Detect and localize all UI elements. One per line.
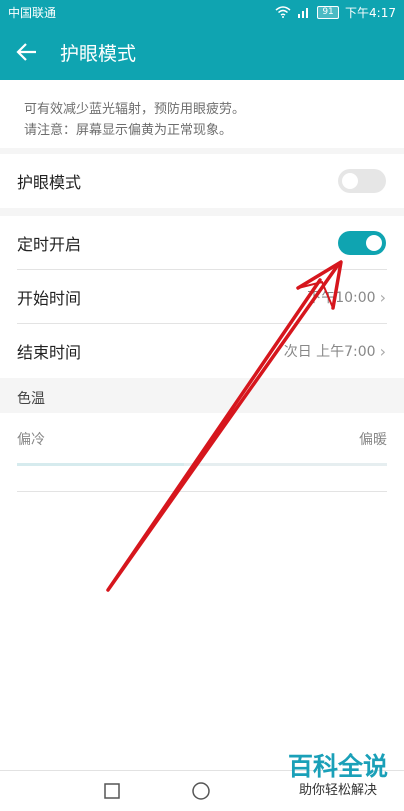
schedule-toggle[interactable]: [338, 231, 386, 255]
settings-content: 可有效减少蓝光辐射，预防用眼疲劳。 请注意：屏幕显示偏黄为正常现象。 护眼模式 …: [0, 80, 404, 770]
watermark-title: 百科全说: [287, 752, 388, 781]
back-button[interactable]: [16, 41, 38, 63]
slider-fill: [17, 463, 184, 466]
end-time-label: 结束时间: [17, 343, 82, 362]
color-temp-header: 色温: [17, 391, 45, 407]
status-time: 下午4:17: [345, 5, 396, 20]
eye-mode-toggle[interactable]: [338, 169, 386, 193]
eye-mode-row[interactable]: 护眼模式: [0, 154, 404, 208]
home-icon[interactable]: [192, 782, 210, 800]
status-bar: 中国联通 91 下午4:17: [0, 0, 404, 24]
warm-label: 偏暖: [359, 432, 387, 448]
page-title: 护眼模式: [60, 42, 137, 65]
start-time-value: 下午10:00: [307, 290, 376, 306]
divider: [17, 491, 387, 492]
status-icons: 91 下午4:17: [275, 4, 396, 21]
toggle-knob: [342, 173, 358, 189]
recent-apps-icon[interactable]: [104, 783, 120, 799]
start-time-row[interactable]: 开始时间 下午10:00 ›: [0, 270, 404, 324]
cold-label: 偏冷: [17, 432, 45, 448]
schedule-label: 定时开启: [17, 235, 82, 254]
wifi-icon: [275, 6, 291, 18]
start-time-label: 开始时间: [17, 289, 82, 308]
description-block: 可有效减少蓝光辐射，预防用眼疲劳。 请注意：屏幕显示偏黄为正常现象。: [0, 80, 404, 148]
toggle-knob: [366, 235, 382, 251]
arrow-left-icon: [16, 43, 36, 61]
signal-icon: [298, 8, 309, 18]
description-line-2: 请注意：屏幕显示偏黄为正常现象。: [24, 123, 233, 138]
chevron-right-icon: ›: [379, 287, 386, 307]
color-temp-block: 偏冷 偏暖: [0, 413, 404, 770]
end-time-value: 次日 上午7:00: [283, 344, 376, 360]
watermark-subtitle: 助你轻松解决: [298, 783, 377, 798]
carrier-name: 中国联通: [8, 5, 57, 20]
app-bar: 护眼模式: [0, 24, 404, 80]
eye-mode-label: 护眼模式: [17, 173, 82, 192]
color-temp-slider[interactable]: [17, 463, 387, 466]
battery-icon: 91: [317, 5, 340, 19]
description-line-1: 可有效减少蓝光辐射，预防用眼疲劳。: [24, 102, 246, 117]
watermark-logo: 百科全说 助你轻松解决: [282, 752, 394, 808]
end-time-row[interactable]: 结束时间 次日 上午7:00 ›: [0, 324, 404, 378]
chevron-right-icon: ›: [379, 341, 386, 361]
schedule-row[interactable]: 定时开启: [0, 216, 404, 270]
